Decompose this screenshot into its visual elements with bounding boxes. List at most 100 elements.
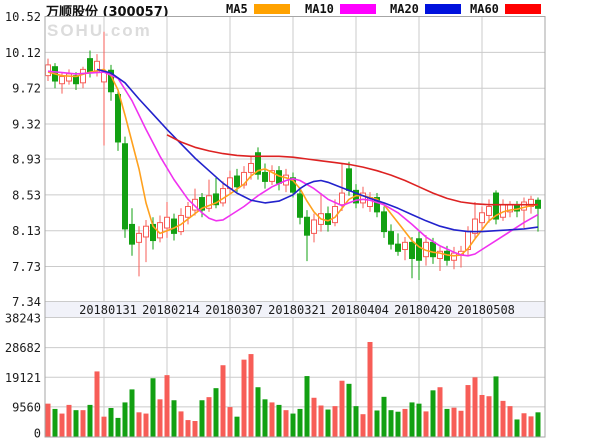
volume-bar	[249, 354, 254, 436]
price-axis-label: 7.73	[12, 260, 41, 274]
volume-bar	[263, 399, 268, 436]
volume-bar	[515, 419, 520, 436]
volume-bar	[137, 412, 142, 436]
price-axis-label: 10.12	[5, 46, 41, 60]
volume-bar	[228, 407, 233, 436]
candle-body	[81, 69, 86, 82]
volume-bar	[389, 410, 394, 436]
volume-bar	[53, 409, 58, 437]
volume-bar	[235, 417, 240, 437]
date-axis-label: 20180307	[205, 303, 263, 317]
date-axis-label: 20180131	[79, 303, 137, 317]
volume-bar	[256, 387, 261, 436]
volume-bar	[130, 389, 135, 436]
candle-body	[137, 233, 142, 242]
volume-bar	[207, 397, 212, 436]
volume-bar	[305, 376, 310, 436]
volume-axis-label: 38243	[5, 312, 41, 326]
volume-bar	[179, 411, 184, 436]
volume-bar	[193, 421, 198, 436]
volume-bar	[123, 402, 128, 436]
volume-bar	[67, 405, 72, 437]
volume-bar	[438, 387, 443, 436]
volume-bar	[361, 414, 366, 436]
candle-body	[417, 239, 422, 261]
volume-bar	[480, 395, 485, 437]
candle-body	[480, 213, 485, 223]
volume-bar	[102, 417, 107, 437]
volume-bar	[466, 385, 471, 436]
volume-axis-label: 0	[34, 427, 41, 440]
volume-bar	[158, 399, 163, 436]
volume-bar	[473, 377, 478, 436]
volume-axis-label: 28682	[5, 341, 41, 355]
candle-body	[249, 163, 254, 172]
volume-bar	[333, 406, 338, 436]
candle-body	[396, 244, 401, 251]
volume-bar	[403, 409, 408, 437]
volume-bar	[109, 408, 114, 437]
volume-bar	[424, 411, 429, 436]
volume-bar	[298, 409, 303, 437]
volume-bar	[88, 405, 93, 437]
volume-bar	[375, 410, 380, 436]
volume-bar	[326, 410, 331, 437]
volume-bar	[410, 402, 415, 436]
price-axis-label: 7.34	[12, 295, 41, 309]
volume-bar	[431, 390, 436, 436]
volume-bar	[95, 371, 100, 436]
candle-body	[340, 193, 345, 205]
volume-bar	[291, 414, 296, 437]
volume-bar	[536, 412, 541, 436]
price-axis-label: 8.53	[12, 188, 41, 202]
volume-bar	[319, 406, 324, 437]
candle-body	[382, 212, 387, 232]
volume-bar	[186, 420, 191, 436]
candle-body	[431, 242, 436, 256]
volume-bar	[494, 376, 499, 436]
candle-body	[186, 207, 191, 218]
volume-bar	[340, 381, 345, 437]
candle-body	[452, 253, 457, 260]
price-axis-label: 8.13	[12, 224, 41, 238]
candle-body	[130, 224, 135, 244]
date-axis-label: 20180214	[142, 303, 200, 317]
candle-body	[347, 169, 352, 191]
volume-bar	[200, 400, 205, 436]
volume-bar	[277, 405, 282, 437]
candle-body	[389, 232, 394, 245]
volume-axis-label: 9560	[12, 400, 41, 414]
candle-body	[298, 194, 303, 217]
volume-bar	[382, 397, 387, 437]
volume-bar	[396, 412, 401, 437]
candle-body	[88, 59, 93, 73]
candle-body	[144, 226, 149, 237]
volume-bar	[165, 375, 170, 436]
date-axis-label: 20180321	[268, 303, 326, 317]
candle-body	[165, 217, 170, 228]
candle-body	[305, 217, 310, 235]
volume-bar	[242, 360, 247, 437]
volume-bar	[74, 410, 79, 436]
candle-body	[158, 223, 163, 238]
price-axis-label: 10.52	[5, 10, 41, 24]
volume-bar	[368, 342, 373, 437]
candle-body	[263, 172, 268, 181]
candle-body	[403, 242, 408, 249]
volume-bar	[60, 414, 65, 437]
volume-bar	[347, 384, 352, 437]
price-axis-label: 8.93	[12, 153, 41, 167]
volume-bar	[487, 396, 492, 436]
volume-bar	[508, 406, 513, 436]
volume-bar	[529, 416, 534, 436]
volume-bar	[270, 402, 275, 436]
candle-body	[221, 189, 226, 203]
volume-axis-label: 19121	[5, 371, 41, 385]
volume-bar	[172, 400, 177, 436]
candle-body	[67, 74, 72, 81]
volume-bar	[46, 404, 51, 437]
candle-body	[46, 65, 51, 76]
sohu-watermark: SOHU.com	[47, 21, 152, 41]
volume-bar	[81, 410, 86, 436]
candlestick-volume-chart: 10.5210.129.729.328.938.538.137.737.3438…	[0, 0, 600, 440]
